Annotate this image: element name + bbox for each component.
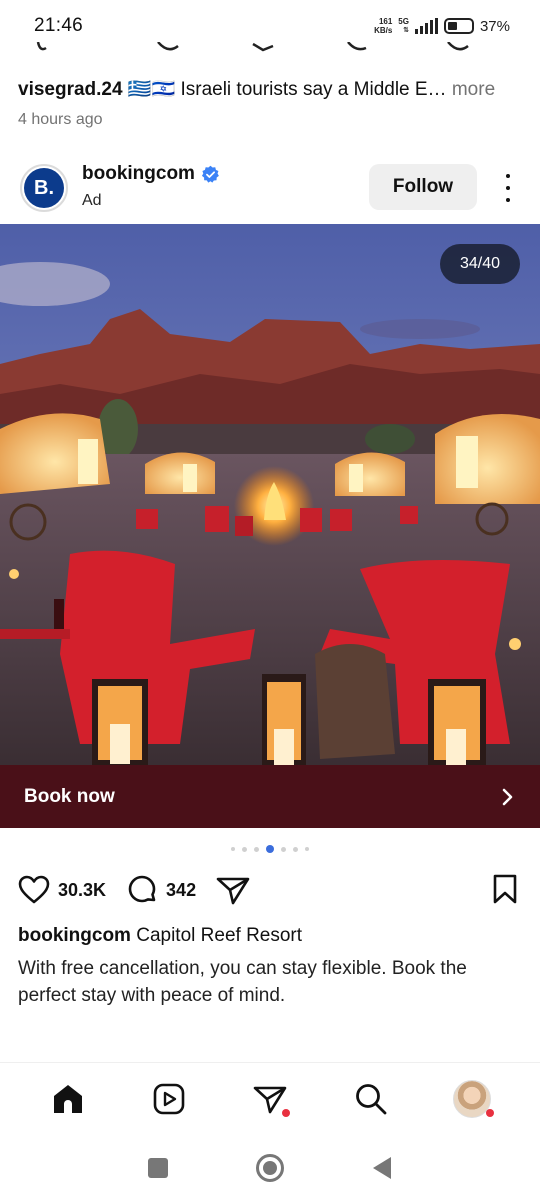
- network-speed-value: 161: [378, 17, 393, 26]
- network-speed-unit: KB/s: [374, 26, 393, 35]
- battery-percentage: 37%: [479, 17, 510, 35]
- recents-square-icon[interactable]: [147, 1157, 169, 1179]
- bookmark-icon[interactable]: [492, 874, 518, 904]
- bottom-navigation: [0, 1062, 540, 1134]
- home-icon[interactable]: [51, 1082, 85, 1116]
- previous-post-caption[interactable]: visegrad.24 🇬🇷🇮🇱 Israeli tourists say a …: [18, 77, 528, 103]
- carousel-dot: [305, 847, 309, 851]
- caption-body[interactable]: With free cancellation, you can stay fle…: [18, 955, 518, 1009]
- verified-badge-icon: [201, 165, 219, 183]
- notification-dot: [281, 1108, 290, 1117]
- book-now-label: Book now: [24, 785, 115, 807]
- carousel-dot: [293, 846, 298, 852]
- more-link[interactable]: more: [452, 79, 495, 100]
- comment-action[interactable]: 342: [126, 874, 196, 906]
- author-name[interactable]: bookingcom: [82, 163, 195, 185]
- status-indicators: 161 KB/s 5G ⇅ 37%: [374, 17, 510, 35]
- profile-avatar[interactable]: [452, 1079, 491, 1118]
- nav-home[interactable]: [38, 1069, 98, 1129]
- previous-post-caption-text: Israeli tourists say a Middle E…: [180, 79, 447, 100]
- network-speed: 161 KB/s: [374, 17, 392, 35]
- author-avatar[interactable]: B.: [20, 164, 68, 212]
- book-now-bar[interactable]: Book now: [0, 765, 540, 828]
- caption-header: bookingcom Capitol Reef Resort: [18, 923, 302, 949]
- like-count[interactable]: 30.3K: [58, 880, 106, 901]
- system-navigation: [0, 1136, 540, 1200]
- chevron-right-icon: [502, 788, 513, 805]
- previous-post-timestamp: 4 hours ago: [18, 111, 103, 128]
- nav-messages[interactable]: [240, 1069, 300, 1129]
- send-icon[interactable]: [216, 874, 250, 906]
- nav-profile[interactable]: [442, 1069, 502, 1129]
- more-options-icon[interactable]: [498, 174, 518, 202]
- carousel-dot: [231, 847, 235, 851]
- post-image[interactable]: 34/40: [0, 224, 540, 765]
- carousel-dot: [281, 846, 286, 852]
- heart-icon[interactable]: [18, 875, 50, 905]
- notification-dot: [485, 1108, 494, 1117]
- signal-icon: [414, 18, 438, 34]
- status-time: 21:46: [34, 15, 84, 36]
- previous-post-username[interactable]: visegrad.24: [18, 79, 123, 100]
- nav-reels[interactable]: [139, 1069, 199, 1129]
- avatar-letter: B.: [24, 168, 64, 208]
- network-type-label: 5G: [398, 17, 409, 26]
- network-type: 5G ⇅: [398, 17, 409, 34]
- post-actions: 30.3K 342: [18, 870, 522, 910]
- flags-emoji: 🇬🇷🇮🇱: [127, 79, 176, 100]
- battery-icon: [443, 18, 474, 34]
- back-triangle-icon[interactable]: [371, 1156, 393, 1180]
- follow-button[interactable]: Follow: [369, 164, 477, 210]
- home-circle-icon[interactable]: [255, 1153, 285, 1183]
- comment-count[interactable]: 342: [166, 880, 196, 901]
- share-action[interactable]: [216, 874, 250, 906]
- post-header: B. bookingcom Ad Follow: [0, 160, 540, 216]
- carousel-dot: [242, 846, 247, 852]
- comment-icon[interactable]: [126, 874, 158, 906]
- like-action[interactable]: 30.3K: [18, 875, 106, 905]
- reels-icon[interactable]: [152, 1082, 186, 1116]
- glamping-scene-image: [0, 224, 540, 765]
- carousel-dot: [254, 846, 259, 852]
- search-icon[interactable]: [354, 1082, 388, 1116]
- carousel-dot-active: [266, 845, 274, 853]
- previous-post-cutoff: [18, 42, 538, 56]
- carousel-indicator: [0, 845, 540, 853]
- caption-title: Capitol Reef Resort: [136, 925, 303, 946]
- nav-search[interactable]: [341, 1069, 401, 1129]
- caption-username[interactable]: bookingcom: [18, 925, 131, 946]
- image-counter-badge: 34/40: [440, 244, 520, 284]
- author-name-row[interactable]: bookingcom: [82, 163, 220, 185]
- sponsored-label: Ad: [82, 192, 102, 209]
